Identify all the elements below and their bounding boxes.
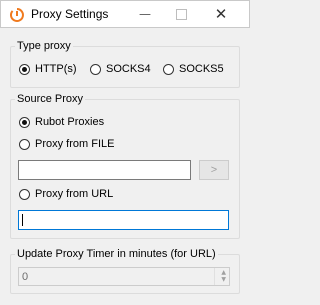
radio-url-indicator [19, 188, 30, 200]
radio-socks5-indicator [163, 63, 174, 75]
text-caret [22, 214, 23, 226]
close-icon: ✕ [214, 5, 228, 23]
spinner-down-icon: ▼ [221, 276, 226, 283]
minimize-button[interactable]: — [125, 1, 165, 27]
radio-socks5[interactable]: SOCKS5 [163, 61, 224, 77]
source-proxy-legend: Source Proxy [17, 93, 84, 105]
type-proxy-legend: Type proxy [17, 40, 71, 52]
radio-http-label: HTTP(s) [35, 63, 77, 75]
proxy-url-input[interactable] [18, 210, 229, 230]
update-timer-value: 0 [22, 271, 29, 283]
radio-socks4[interactable]: SOCKS4 [90, 61, 151, 77]
radio-http-indicator [19, 63, 30, 75]
close-button[interactable]: ✕ [201, 1, 241, 27]
maximize-icon [175, 8, 187, 20]
radio-socks4-label: SOCKS4 [106, 63, 151, 75]
radio-url-label: Proxy from URL [35, 188, 114, 200]
update-timer-spinner: 0 ▲ ▼ [18, 267, 230, 286]
title-bar[interactable]: Proxy Settings — ✕ [0, 0, 250, 28]
radio-proxy-from-file[interactable]: Proxy from FILE [19, 136, 114, 152]
browse-button-label: > [210, 164, 218, 176]
maximize-button [161, 1, 201, 27]
radio-file-label: Proxy from FILE [35, 138, 115, 150]
update-timer-legend: Update Proxy Timer in minutes (for URL) [17, 248, 216, 260]
radio-file-indicator [19, 138, 30, 150]
browse-file-button[interactable]: > [199, 160, 229, 180]
spinner-arrows: ▲ ▼ [214, 268, 229, 285]
radio-socks5-label: SOCKS5 [179, 63, 224, 75]
file-path-input[interactable] [18, 160, 191, 180]
radio-rubot-indicator [19, 116, 30, 128]
radio-proxy-from-url[interactable]: Proxy from URL [19, 186, 113, 202]
radio-rubot-label: Rubot Proxies [35, 116, 105, 128]
radio-http[interactable]: HTTP(s) [19, 61, 77, 77]
minimize-icon: — [139, 7, 151, 21]
window-title: Proxy Settings [31, 7, 109, 21]
radio-rubot-proxies[interactable]: Rubot Proxies [19, 114, 104, 130]
radio-socks4-indicator [90, 63, 101, 75]
app-logo-icon [10, 8, 24, 22]
